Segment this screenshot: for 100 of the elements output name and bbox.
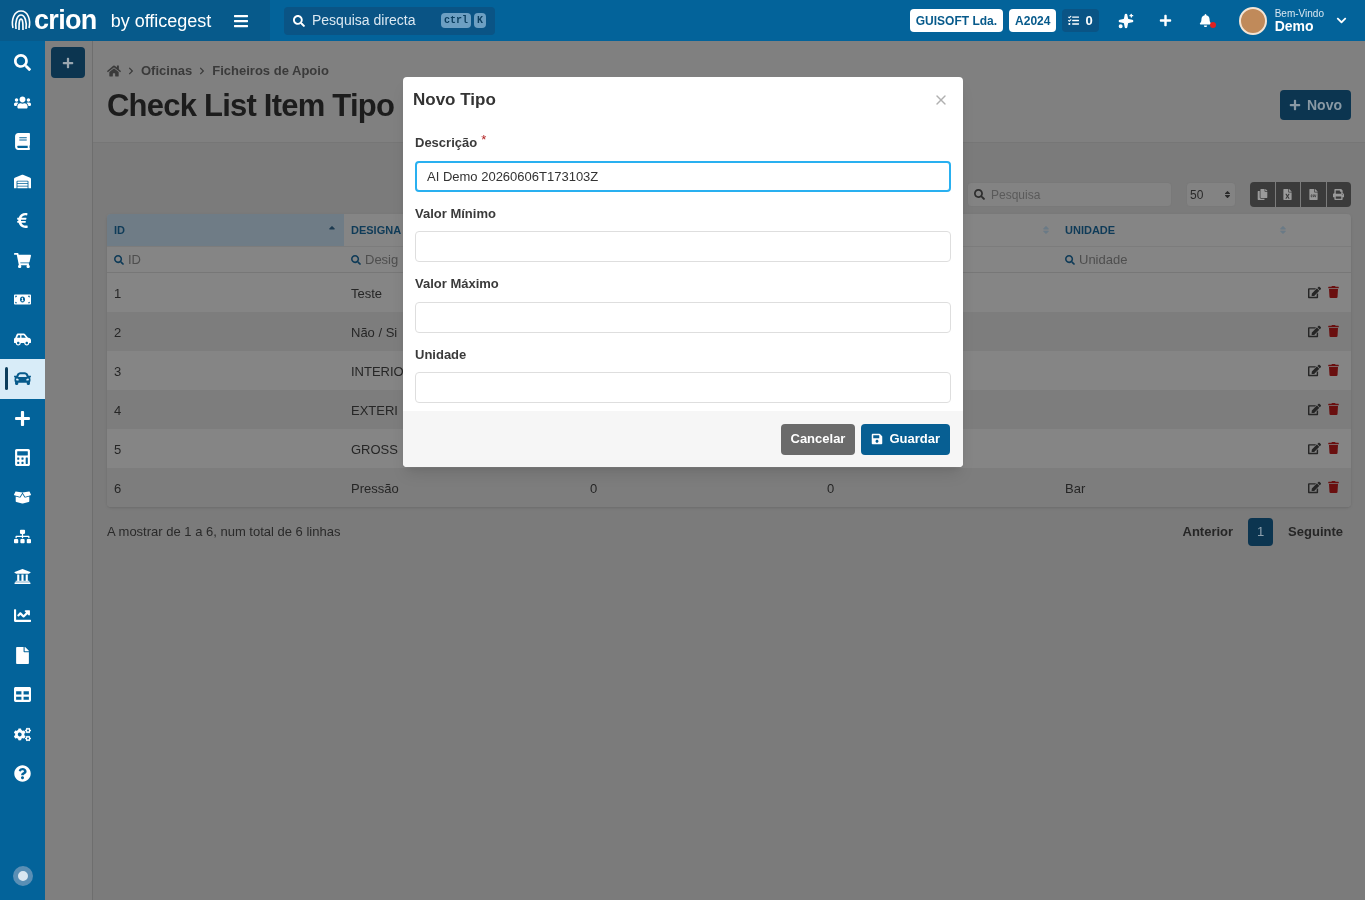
edit-icon[interactable] bbox=[1308, 481, 1321, 494]
keyboard-key: K bbox=[474, 13, 486, 28]
text-field[interactable] bbox=[415, 231, 951, 262]
sort-icon bbox=[1223, 190, 1232, 199]
keyboard-key: ctrl bbox=[440, 13, 471, 28]
field-label: Descrição bbox=[415, 134, 478, 152]
warehouse-icon bbox=[14, 172, 31, 190]
greeting-text: Bem-Vindo bbox=[1274, 8, 1324, 19]
page-size-select[interactable]: 50 bbox=[1186, 182, 1236, 207]
table-cell: 6 bbox=[114, 480, 122, 496]
year-badge[interactable]: A2024 bbox=[1009, 9, 1057, 32]
table-cell: 0 bbox=[590, 480, 598, 496]
previous-link[interactable]: Anterior bbox=[1182, 522, 1234, 542]
bell-icon bbox=[1198, 14, 1212, 27]
print-icon bbox=[1333, 189, 1345, 200]
next-link[interactable]: Seguinte bbox=[1288, 522, 1343, 542]
file-icon bbox=[14, 646, 31, 664]
delete-icon[interactable] bbox=[1328, 286, 1339, 298]
table-cell: Teste bbox=[351, 285, 383, 301]
edit-icon[interactable] bbox=[1308, 286, 1321, 299]
cart-icon bbox=[14, 251, 31, 269]
help-icon bbox=[14, 765, 31, 783]
table-cell: 1 bbox=[114, 285, 122, 301]
company-badge[interactable]: GUISOFT Lda. bbox=[909, 9, 1004, 32]
sidebar-item[interactable] bbox=[0, 359, 45, 399]
page-link[interactable]: 1 bbox=[1248, 518, 1274, 546]
edit-icon[interactable] bbox=[1308, 364, 1321, 377]
search-icon bbox=[293, 14, 305, 27]
menu-icon[interactable] bbox=[233, 12, 250, 29]
page-title: Check List Item Tipo bbox=[107, 86, 395, 125]
brand-logo: crion bbox=[34, 7, 97, 34]
delete-icon[interactable] bbox=[1328, 403, 1339, 415]
save-button[interactable]: Guardar bbox=[861, 423, 950, 455]
search-icon bbox=[351, 254, 361, 265]
plus-icon bbox=[14, 409, 31, 427]
book-icon bbox=[14, 133, 31, 151]
print-button[interactable] bbox=[1326, 182, 1351, 207]
search-icon bbox=[114, 254, 124, 265]
table-cell: Pressão bbox=[351, 480, 399, 496]
text-field[interactable]: AI Demo 20260606T173103Z bbox=[415, 160, 951, 192]
required-mark: * bbox=[481, 133, 487, 146]
column-header[interactable]: UNIDADE bbox=[1065, 221, 1116, 239]
column-header[interactable]: DESIGNA bbox=[351, 221, 402, 239]
new-button[interactable]: Novo bbox=[1280, 90, 1351, 120]
table-icon bbox=[14, 686, 31, 704]
logo-icon[interactable] bbox=[12, 866, 33, 886]
excel-export-button[interactable] bbox=[1275, 182, 1300, 207]
delete-icon[interactable] bbox=[1328, 364, 1339, 376]
calculator-icon bbox=[14, 449, 31, 467]
chevron-down-icon[interactable] bbox=[1336, 15, 1347, 26]
user-avatar[interactable] bbox=[1238, 6, 1267, 35]
edit-icon[interactable] bbox=[1308, 403, 1321, 416]
csv-export-button[interactable] bbox=[1301, 182, 1326, 207]
field-label: Valor Mínimo bbox=[415, 204, 496, 223]
search-placeholder: Pesquisa directa bbox=[312, 11, 416, 30]
delete-icon[interactable] bbox=[1328, 325, 1339, 337]
search-field[interactable]: Pesquisa directa ctrl K bbox=[284, 6, 495, 35]
breadcrumb-link[interactable]: Ficheiros de Apoio bbox=[212, 61, 329, 81]
table-cell: GROSS bbox=[351, 441, 398, 457]
home-icon[interactable] bbox=[107, 63, 121, 78]
copy-icon bbox=[1256, 189, 1268, 200]
chart-icon bbox=[14, 607, 31, 625]
table-cell: 0 bbox=[827, 480, 835, 496]
dialog-title: Novo Tipo bbox=[413, 89, 496, 112]
add-icon[interactable] bbox=[1158, 14, 1172, 27]
search-icon bbox=[974, 189, 985, 200]
add-button[interactable] bbox=[51, 47, 85, 78]
chevron-right-icon bbox=[127, 66, 135, 75]
cancel-button[interactable]: Cancelar bbox=[780, 423, 856, 455]
table-summary: A mostrar de 1 a 6, num total de 6 linhas bbox=[107, 523, 341, 542]
delete-icon[interactable] bbox=[1328, 481, 1339, 493]
table-cell: Bar bbox=[1065, 480, 1086, 496]
delete-icon[interactable] bbox=[1328, 442, 1339, 454]
field-label: Valor Máximo bbox=[415, 275, 499, 293]
save-icon bbox=[871, 433, 884, 445]
checklist-icon bbox=[1068, 15, 1080, 26]
text-field[interactable] bbox=[415, 372, 951, 403]
chevron-right-icon bbox=[198, 66, 207, 75]
sparkles-icon[interactable] bbox=[1117, 12, 1134, 29]
text-field[interactable] bbox=[415, 301, 951, 333]
notification-button[interactable] bbox=[1198, 12, 1213, 29]
field-label: Unidade bbox=[415, 345, 467, 364]
euro-icon bbox=[14, 212, 31, 230]
table-cell: 4 bbox=[114, 402, 122, 418]
edit-icon[interactable] bbox=[1308, 325, 1321, 338]
sitemap-icon bbox=[14, 528, 31, 546]
spreadsheet-file-icon bbox=[1282, 189, 1294, 200]
breadcrumb-link[interactable]: Oficinas bbox=[141, 61, 193, 81]
column-header[interactable]: ID bbox=[114, 221, 125, 239]
table-cell: EXTERI bbox=[351, 402, 398, 418]
edit-icon[interactable] bbox=[1308, 442, 1321, 455]
tasks-button[interactable]: 0 bbox=[1062, 9, 1099, 32]
table-cell: 5 bbox=[114, 441, 122, 457]
car-icon bbox=[14, 370, 31, 388]
table-cell: 2 bbox=[114, 324, 122, 340]
user-name: Demo bbox=[1274, 18, 1315, 33]
plus-icon bbox=[62, 56, 74, 69]
settings-icon bbox=[14, 725, 31, 743]
copy-button[interactable] bbox=[1250, 182, 1275, 207]
document-file-icon bbox=[1307, 189, 1319, 200]
